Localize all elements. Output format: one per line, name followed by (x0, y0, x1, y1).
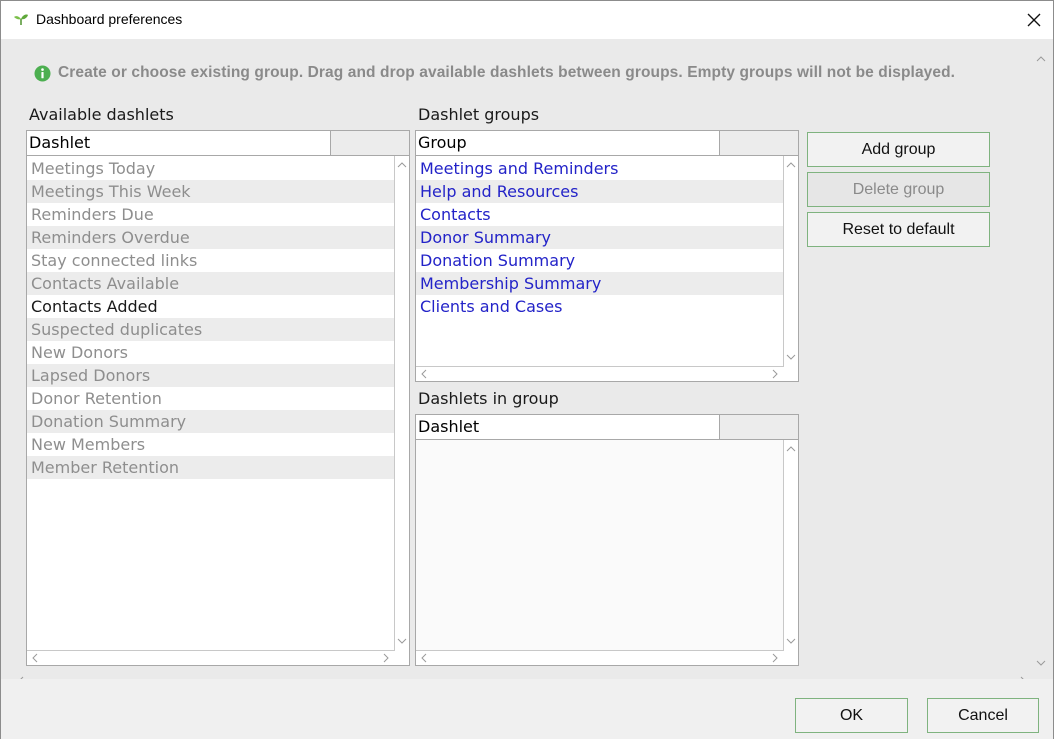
header-filler (331, 131, 409, 155)
dashlet-group-item[interactable]: Meetings and Reminders (416, 157, 783, 180)
available-dashlets-grid[interactable]: Dashlet Meetings Today Meetings This Week… (26, 130, 410, 666)
dialog-content: Create or choose existing group. Drag an… (1, 39, 1053, 686)
available-dashlet-item[interactable]: Meetings This Week (27, 180, 394, 203)
available-dashlet-item[interactable]: Member Retention (27, 456, 394, 479)
available-dashlet-item[interactable]: Meetings Today (27, 157, 394, 180)
groups-vertical-scrollbar[interactable] (784, 156, 798, 367)
dashlet-group-item[interactable]: Help and Resources (416, 180, 783, 203)
dashlet-groups-label: Dashlet groups (418, 105, 540, 124)
available-dashlets-list: Meetings Today Meetings This Week Reminder… (27, 156, 395, 651)
scroll-right-icon[interactable] (381, 653, 391, 663)
dashlets-in-group-list (416, 440, 784, 651)
scroll-up-icon[interactable] (786, 444, 796, 454)
available-dashlet-item[interactable]: Donor Retention (27, 387, 394, 410)
available-dashlet-item[interactable]: Reminders Due (27, 203, 394, 226)
scroll-down-icon[interactable] (786, 636, 796, 646)
dashlet-groups-grid[interactable]: Group Meetings and Reminders Help and Res… (415, 130, 799, 382)
available-dashlet-item[interactable]: Donation Summary (27, 410, 394, 433)
available-dashlet-item[interactable]: New Donors (27, 341, 394, 364)
scroll-right-icon[interactable] (770, 653, 780, 663)
delete-group-button[interactable]: Delete group (807, 172, 990, 207)
in-group-grid-header: Dashlet (416, 415, 798, 440)
header-filler (720, 415, 798, 439)
scroll-left-icon[interactable] (419, 369, 429, 379)
title-bar: Dashboard preferences (1, 1, 1053, 39)
dialog-footer: OK Cancel (1, 679, 1053, 739)
add-group-button[interactable]: Add group (807, 132, 990, 167)
sprout-icon (14, 14, 28, 25)
dashlet-group-item[interactable]: Clients and Cases (416, 295, 783, 318)
scroll-up-icon[interactable] (786, 160, 796, 170)
available-dashlet-item[interactable]: Lapsed Donors (27, 364, 394, 387)
scroll-down-icon[interactable] (1036, 658, 1046, 668)
scroll-down-icon[interactable] (786, 352, 796, 362)
info-text: Create or choose existing group. Drag an… (58, 64, 956, 81)
available-dashlet-item[interactable]: New Members (27, 433, 394, 456)
scroll-right-icon[interactable] (770, 369, 780, 379)
available-dashlet-item[interactable]: Suspected duplicates (27, 318, 394, 341)
group-column-header[interactable]: Group (416, 131, 720, 155)
available-horizontal-scrollbar[interactable] (27, 651, 395, 665)
info-icon (34, 65, 51, 82)
available-vertical-scrollbar[interactable] (395, 156, 409, 651)
available-dashlet-item[interactable]: Reminders Overdue (27, 226, 394, 249)
dashlet-groups-list: Meetings and Reminders Help and Resources… (416, 156, 784, 367)
window-title: Dashboard preferences (36, 11, 183, 27)
dashlet-group-item[interactable]: Donation Summary (416, 249, 783, 272)
scroll-left-icon[interactable] (30, 653, 40, 663)
dashlet-group-item[interactable]: Membership Summary (416, 272, 783, 295)
in-group-vertical-scrollbar[interactable] (784, 440, 798, 651)
dashlet-group-item[interactable]: Donor Summary (416, 226, 783, 249)
available-dashlet-item[interactable]: Stay connected links (27, 249, 394, 272)
groups-grid-header: Group (416, 131, 798, 156)
scroll-up-icon[interactable] (1036, 54, 1046, 64)
reset-to-default-button[interactable]: Reset to default (807, 212, 990, 247)
available-dashlet-item[interactable]: Contacts Added (27, 295, 394, 318)
available-grid-header: Dashlet (27, 131, 409, 156)
scroll-up-icon[interactable] (397, 160, 407, 170)
dashlet-column-header[interactable]: Dashlet (27, 131, 331, 155)
scroll-down-icon[interactable] (397, 636, 407, 646)
scroll-left-icon[interactable] (419, 653, 429, 663)
dashlets-in-group-label: Dashlets in group (418, 389, 559, 408)
header-filler (720, 131, 798, 155)
dialog-vertical-scrollbar[interactable] (1034, 49, 1048, 674)
in-group-horizontal-scrollbar[interactable] (416, 651, 784, 665)
dashboard-preferences-dialog: Dashboard preferences Create or choose e… (0, 0, 1054, 739)
cancel-button[interactable]: Cancel (927, 698, 1039, 733)
in-group-dashlet-column-header[interactable]: Dashlet (416, 415, 720, 439)
dashlet-group-item[interactable]: Contacts (416, 203, 783, 226)
ok-button[interactable]: OK (795, 698, 908, 733)
close-icon[interactable] (1017, 3, 1051, 37)
available-dashlets-label: Available dashlets (29, 105, 174, 124)
dashlets-in-group-grid[interactable]: Dashlet (415, 414, 799, 666)
groups-horizontal-scrollbar[interactable] (416, 367, 784, 381)
available-dashlet-item[interactable]: Contacts Available (27, 272, 394, 295)
